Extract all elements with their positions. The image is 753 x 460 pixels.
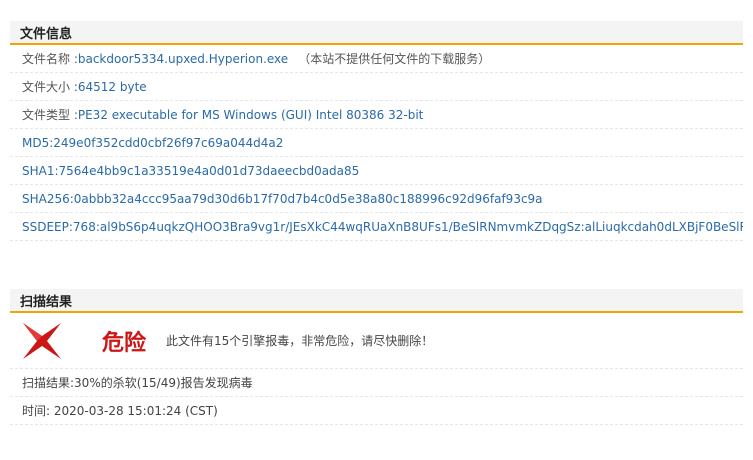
scan-result-panel: 扫描结果 危险 此文件有15个引擎报毒，非常危险，请尽快删除！ 扫描结果:30%… — [10, 289, 743, 425]
file-name-note: （本站不提供任何文件的下载服务） — [298, 52, 491, 66]
scan-result-header: 扫描结果 — [10, 289, 743, 313]
verdict-message: 此文件有15个引擎报毒，非常危险，请尽快删除！ — [166, 334, 434, 348]
sha1-value: 7564e4bb9c1a33519e4a0d01d73daeecbd0ada85 — [58, 163, 360, 178]
scan-summary: 扫描结果:30%的杀软(15/49)报告发现病毒 — [22, 376, 253, 390]
ssdeep-label: SSDEEP: — [22, 219, 73, 234]
file-info-panel: 文件信息 文件名称 : backdoor5334.upxed.Hyperion.… — [10, 21, 743, 241]
file-name-value: backdoor5334.upxed.Hyperion.exe — [77, 51, 289, 66]
verdict-row: 危险 此文件有15个引擎报毒，非常危险，请尽快删除！ — [10, 313, 743, 369]
file-info-title: 文件信息 — [20, 26, 73, 42]
sha1-label: SHA1: — [22, 163, 59, 178]
ssdeep-row: SSDEEP: 768:al9bS6p4uqkzQHOO3Bra9vg1r/JE… — [10, 213, 743, 241]
file-type-row: 文件类型 : PE32 executable for MS Windows (G… — [10, 101, 743, 129]
scan-result-title: 扫描结果 — [20, 294, 73, 310]
verdict-word: 危险 — [102, 330, 147, 356]
file-type-value: PE32 executable for MS Windows (GUI) Int… — [77, 107, 424, 122]
sha1-row: SHA1: 7564e4bb9c1a33519e4a0d01d73daeecbd… — [10, 157, 743, 185]
file-name-row: 文件名称 : backdoor5334.upxed.Hyperion.exe （… — [10, 45, 743, 73]
sha256-label: SHA256: — [22, 191, 74, 206]
scan-time-row: 时间: 2020-03-28 15:01:24 (CST) — [10, 397, 743, 425]
file-size-label: 文件大小 : — [22, 80, 78, 94]
file-size-row: 文件大小 : 64512 byte — [10, 73, 743, 101]
red-x-icon — [23, 322, 61, 359]
file-size-value: 64512 byte — [77, 79, 147, 94]
file-name-label: 文件名称 : — [22, 52, 78, 66]
md5-row: MD5: 249e0f352cdd0cbf26f97c69a044d4a2 — [10, 129, 743, 157]
scan-summary-row: 扫描结果:30%的杀软(15/49)报告发现病毒 — [10, 369, 743, 397]
md5-value: 249e0f352cdd0cbf26f97c69a044d4a2 — [53, 135, 284, 150]
ssdeep-value: 768:al9bS6p4uqkzQHOO3Bra9vg1r/JEsXkC44wq… — [72, 219, 743, 234]
md5-label: MD5: — [22, 135, 54, 150]
file-info-header: 文件信息 — [10, 21, 743, 45]
sha256-row: SHA256: 0abbb32a4ccc95aa79d30d6b17f70d7b… — [10, 185, 743, 213]
scan-time: 时间: 2020-03-28 15:01:24 (CST) — [22, 404, 218, 418]
file-type-label: 文件类型 : — [22, 108, 78, 122]
sha256-value: 0abbb32a4ccc95aa79d30d6b17f70d7b4c0d5e38… — [73, 191, 543, 206]
